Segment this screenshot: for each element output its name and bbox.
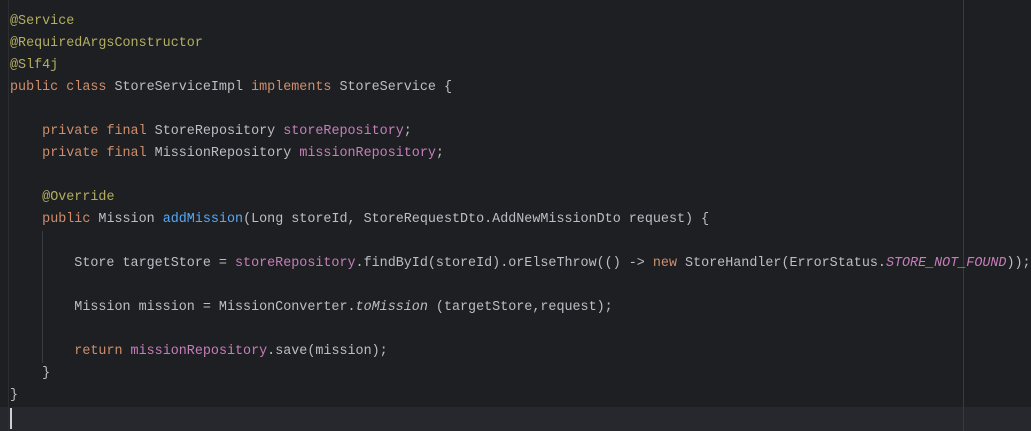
- token-constant: STORE_NOT_FOUND: [885, 256, 1007, 271]
- token-annotation: @Slf4j: [10, 58, 59, 73]
- right-margin-guide: [963, 0, 964, 431]
- code-line[interactable]: @Override: [10, 187, 114, 209]
- code-line[interactable]: public Mission addMission(Long storeId, …: [10, 209, 709, 231]
- code-line[interactable]: }: [10, 385, 18, 407]
- token-keyword: private final: [42, 146, 155, 161]
- text-caret: [10, 408, 12, 429]
- token-plain: Store targetStore =: [10, 256, 235, 271]
- token-plain: }: [10, 366, 51, 381]
- token-keyword: public: [42, 212, 99, 227]
- code-editor[interactable]: @Service @RequiredArgsConstructor @Slf4j pu…: [0, 0, 1031, 431]
- token-plain: (targetStore,request);: [427, 300, 613, 315]
- code-line[interactable]: @RequiredArgsConstructor: [10, 33, 203, 55]
- token-static: toMission: [355, 300, 428, 315]
- token-plain: }: [10, 388, 19, 403]
- code-line[interactable]: private final MissionRepository missionR…: [10, 143, 444, 165]
- token-field: storeRepository: [283, 124, 404, 139]
- token-plain: ;: [403, 124, 412, 139]
- code-line[interactable]: Store targetStore = storeRepository.find…: [10, 253, 1031, 275]
- token-annotation: @Service: [10, 14, 75, 29]
- token-keyword: return: [74, 344, 131, 359]
- code-line[interactable]: public class StoreServiceImpl implements…: [10, 77, 452, 99]
- token-plain: (Long storeId, StoreRequestDto.AddNewMis…: [243, 212, 710, 227]
- token-plain: .save(mission);: [267, 344, 388, 359]
- token-field: missionRepository: [130, 344, 268, 359]
- token-keyword: private final: [42, 124, 155, 139]
- token-plain: StoreServiceImpl: [114, 80, 252, 95]
- code-line[interactable]: Mission mission = MissionConverter.toMis…: [10, 297, 613, 319]
- token-method: addMission: [162, 212, 244, 227]
- current-line-highlight: [0, 407, 1031, 431]
- token-plain: ));: [1006, 256, 1031, 271]
- token-plain: StoreService {: [339, 80, 452, 95]
- token-plain: Mission: [98, 212, 163, 227]
- token-annotation: @RequiredArgsConstructor: [10, 36, 203, 51]
- token-plain: ;: [435, 146, 444, 161]
- token-annotation: @Override: [42, 190, 115, 205]
- token-keyword: public class: [10, 80, 115, 95]
- token-plain: .findById(storeId).orElseThrow(() ->: [355, 256, 653, 271]
- code-line[interactable]: return missionRepository.save(mission);: [10, 341, 388, 363]
- token-keyword: implements: [251, 80, 340, 95]
- code-line[interactable]: private final StoreRepository storeRepos…: [10, 121, 412, 143]
- token-keyword: new: [652, 256, 686, 271]
- code-line[interactable]: @Slf4j: [10, 55, 58, 77]
- code-line[interactable]: }: [10, 363, 50, 385]
- token-plain: StoreRepository: [154, 124, 284, 139]
- token-field: missionRepository: [299, 146, 436, 161]
- gutter-divider: [8, 0, 9, 431]
- token-plain: MissionRepository: [154, 146, 300, 161]
- token-plain: StoreHandler(ErrorStatus.: [685, 256, 886, 271]
- token-plain: Mission mission = MissionConverter.: [10, 300, 356, 315]
- code-line[interactable]: @Service: [10, 11, 74, 33]
- token-field: storeRepository: [235, 256, 356, 271]
